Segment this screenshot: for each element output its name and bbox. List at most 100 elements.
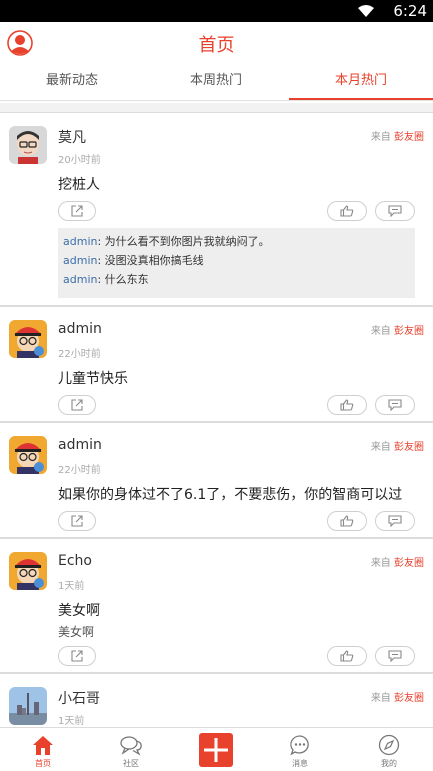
post-content: 挖桩人 (58, 177, 100, 193)
post-author[interactable]: Echo (58, 553, 92, 569)
wifi-icon (358, 5, 374, 17)
share-icon (71, 399, 83, 411)
source-prefix: 来自 (370, 693, 391, 704)
thumbs-up-icon (340, 205, 354, 217)
bottom-nav: 首页 社区 消息 我的 (0, 727, 433, 771)
comment-item: admin: 什么东东 (63, 270, 410, 289)
tab-divider (0, 100, 433, 101)
share-button[interactable] (58, 201, 96, 221)
add-post-button[interactable] (199, 733, 233, 767)
community-icon (120, 736, 142, 756)
comment-icon (388, 650, 402, 662)
feed-post[interactable]: admin 22小时前 来自 彭友圈 儿童节快乐 (0, 306, 433, 422)
avatar[interactable] (9, 126, 47, 164)
status-bar: 6:24 (0, 0, 433, 22)
feed-post[interactable]: 小石哥 1天前 来自 彭友圈 (0, 673, 433, 727)
post-source: 来自 彭友圈 (371, 554, 424, 569)
source-name[interactable]: 彭友圈 (394, 693, 424, 704)
post-time: 20小时前 (58, 155, 101, 166)
post-author[interactable]: 小石哥 (58, 688, 100, 708)
nav-home-label: 首页 (35, 759, 51, 768)
tab-weekly-hot[interactable]: 本周热门 (144, 64, 288, 100)
source-prefix: 来自 (370, 326, 391, 337)
source-name[interactable]: 彭友圈 (394, 132, 424, 143)
post-subtext: 美女啊 (58, 625, 95, 639)
post-content: 如果你的身体过不了6.1了，不要悲伤，你的智商可以过 (58, 487, 403, 503)
thumbs-up-icon (340, 650, 354, 662)
post-source: 来自 彭友圈 (371, 322, 424, 337)
avatar[interactable] (9, 552, 47, 590)
source-prefix: 来自 (370, 132, 391, 143)
comment-text: : 为什么看不到你图片我就纳闷了。 (97, 235, 270, 248)
comment-text: : 什么东东 (97, 273, 149, 286)
compass-icon (378, 734, 400, 756)
nav-mine-label: 我的 (381, 759, 397, 768)
post-source: 来自 彭友圈 (371, 438, 424, 453)
source-prefix: 来自 (370, 558, 391, 569)
comment-button[interactable] (375, 395, 415, 415)
avatar[interactable] (9, 436, 47, 474)
comment-button[interactable] (375, 201, 415, 221)
avatar[interactable] (9, 687, 47, 725)
feed-post[interactable]: Echo 1天前 来自 彭友圈 美女啊 美女啊 (0, 538, 433, 673)
avatar[interactable] (9, 320, 47, 358)
source-name[interactable]: 彭友圈 (394, 326, 424, 337)
like-button[interactable] (327, 395, 367, 415)
source-name[interactable]: 彭友圈 (394, 442, 424, 453)
comment-user[interactable]: admin (63, 254, 97, 267)
status-time: 6:24 (393, 2, 427, 20)
post-time: 22小时前 (58, 349, 101, 360)
comment-list: admin: 为什么看不到你图片我就纳闷了。 admin: 没图没真相你搞毛线 … (58, 228, 415, 298)
share-button[interactable] (58, 646, 96, 666)
comment-icon (388, 205, 402, 217)
comment-button[interactable] (375, 511, 415, 531)
post-content: 儿童节快乐 (58, 371, 128, 387)
comment-item: admin: 为什么看不到你图片我就纳闷了。 (63, 232, 410, 251)
like-button[interactable] (327, 201, 367, 221)
thumbs-up-icon (340, 515, 354, 527)
add-icon (204, 738, 228, 762)
post-source: 来自 彭友圈 (371, 128, 424, 143)
share-button[interactable] (58, 395, 96, 415)
share-button[interactable] (58, 511, 96, 531)
comment-text: : 没图没真相你搞毛线 (97, 254, 204, 267)
post-source: 来自 彭友圈 (371, 689, 424, 704)
comment-icon (388, 399, 402, 411)
nav-community[interactable]: 社区 (88, 728, 174, 771)
comment-user[interactable]: admin (63, 235, 97, 248)
share-icon (71, 205, 83, 217)
post-time: 1天前 (58, 716, 85, 727)
like-button[interactable] (327, 646, 367, 666)
nav-home[interactable]: 首页 (0, 728, 86, 771)
post-time: 22小时前 (58, 465, 101, 476)
source-prefix: 来自 (370, 442, 391, 453)
feed-list[interactable]: 莫凡 20小时前 来自 彭友圈 挖桩人 admin: 为什么看不到你图片我就纳闷… (0, 103, 433, 727)
like-button[interactable] (327, 511, 367, 531)
post-time: 1天前 (58, 581, 85, 592)
nav-messages-label: 消息 (292, 759, 308, 768)
tab-bar: 最新动态 本周热门 本月热门 (0, 64, 433, 101)
comment-user[interactable]: admin (63, 273, 97, 286)
tab-monthly-hot[interactable]: 本月热门 (289, 64, 433, 100)
post-author[interactable]: 莫凡 (58, 127, 86, 147)
page-title: 首页 (198, 35, 235, 56)
share-icon (71, 515, 83, 527)
thumbs-up-icon (340, 399, 354, 411)
comment-item: admin: 没图没真相你搞毛线 (63, 251, 410, 270)
message-icon (290, 735, 309, 756)
tab-latest[interactable]: 最新动态 (0, 64, 144, 100)
source-name[interactable]: 彭友圈 (394, 558, 424, 569)
comment-button[interactable] (375, 646, 415, 666)
nav-mine[interactable]: 我的 (346, 728, 432, 771)
comment-icon (388, 515, 402, 527)
post-content: 美女啊 (58, 603, 100, 619)
nav-messages[interactable]: 消息 (257, 728, 343, 771)
share-icon (71, 650, 83, 662)
app-header: 首页 (0, 22, 433, 64)
post-author[interactable]: admin (58, 437, 102, 453)
feed-post[interactable]: 莫凡 20小时前 来自 彭友圈 挖桩人 admin: 为什么看不到你图片我就纳闷… (0, 112, 433, 306)
home-icon (33, 736, 53, 755)
nav-community-label: 社区 (123, 759, 139, 768)
feed-post[interactable]: admin 22小时前 来自 彭友圈 如果你的身体过不了6.1了，不要悲伤，你的… (0, 422, 433, 538)
post-author[interactable]: admin (58, 321, 102, 337)
